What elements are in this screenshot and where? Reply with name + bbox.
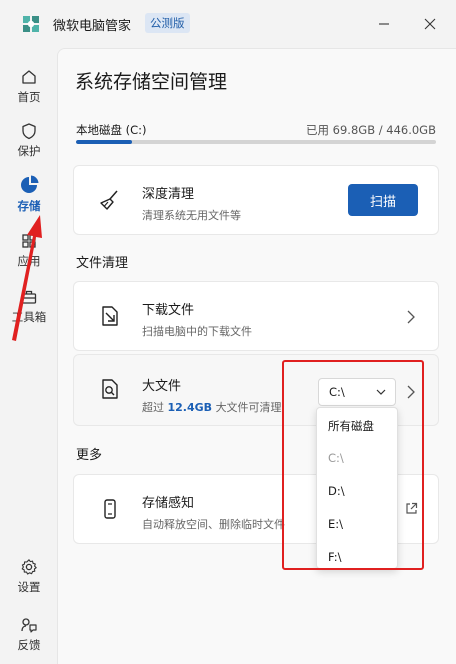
sidebar-item-label: 工具箱 xyxy=(11,309,47,324)
download-file-icon xyxy=(102,306,118,326)
disk-usage: 已用 69.8GB / 446.0GB xyxy=(306,123,436,137)
sidebar-item-storage[interactable]: 存储 xyxy=(2,168,56,220)
large-files-subtitle-suffix: 大文件可清理 xyxy=(215,401,282,414)
storage-sense-subtitle: 自动释放空间、删除临时文件 xyxy=(142,518,285,531)
sidebar-item-label: 保护 xyxy=(17,143,41,158)
sidebar-item-label: 设置 xyxy=(17,579,41,594)
sidebar-item-settings[interactable]: 设置 xyxy=(2,550,56,602)
shield-icon xyxy=(22,122,36,139)
page-title: 系统存储空间管理 xyxy=(75,71,228,93)
scan-button[interactable]: 扫描 xyxy=(348,184,418,216)
phone-icon xyxy=(104,499,116,519)
beta-badge: 公测版 xyxy=(145,13,190,33)
downloads-title: 下载文件 xyxy=(142,303,195,318)
sidebar-item-protect[interactable]: 保护 xyxy=(2,114,56,166)
sidebar-item-toolbox[interactable]: 工具箱 xyxy=(2,280,56,332)
disk-label: 本地磁盘 (C:) xyxy=(76,123,147,137)
sidebar-item-label: 反馈 xyxy=(17,637,41,652)
downloads-subtitle: 扫描电脑中的下载文件 xyxy=(142,325,252,338)
close-button[interactable] xyxy=(418,12,442,36)
minimize-button[interactable] xyxy=(372,12,396,36)
file-cleanup-heading: 文件清理 xyxy=(76,256,129,271)
downloads-card[interactable]: 下载文件 扫描电脑中的下载文件 xyxy=(73,281,439,351)
app-title: 微软电脑管家 xyxy=(53,19,132,34)
close-icon xyxy=(424,18,436,30)
deep-clean-subtitle: 清理系统无用文件等 xyxy=(142,209,241,222)
sidebar-item-home[interactable]: 首页 xyxy=(2,60,56,112)
annotation-highlight-box xyxy=(282,360,424,570)
feedback-icon xyxy=(21,617,37,633)
broom-icon xyxy=(100,190,118,210)
sidebar-item-label: 应用 xyxy=(17,253,41,268)
more-heading: 更多 xyxy=(76,448,103,463)
sidebar-item-feedback[interactable]: 反馈 xyxy=(2,608,56,660)
search-file-icon xyxy=(102,379,118,399)
apps-icon xyxy=(22,233,36,248)
deep-clean-card: 深度清理 清理系统无用文件等 扫描 xyxy=(73,165,439,235)
large-files-subtitle: 超过 12.4GB 大文件可清理 xyxy=(142,399,282,415)
disk-usage-bar xyxy=(76,140,436,144)
storage-sense-title: 存储感知 xyxy=(142,496,195,511)
chevron-right-icon xyxy=(407,310,415,324)
title-bar: 微软电脑管家 公测版 xyxy=(0,0,456,48)
sidebar-item-apps[interactable]: 应用 xyxy=(2,224,56,276)
sidebar-item-label: 存储 xyxy=(17,198,41,213)
home-icon xyxy=(22,69,36,84)
app-logo-icon xyxy=(23,16,39,32)
deep-clean-title: 深度清理 xyxy=(142,187,195,202)
minimize-icon xyxy=(379,23,389,25)
sidebar-item-label: 首页 xyxy=(17,89,41,104)
gear-icon xyxy=(21,558,37,575)
large-files-size: 12.4GB xyxy=(167,401,213,414)
pie-chart-icon xyxy=(21,175,39,193)
toolbox-icon xyxy=(21,290,37,304)
large-files-subtitle-prefix: 超过 xyxy=(142,401,164,414)
sidebar: 首页 保护 存储 应用 工具箱 设置 反馈 xyxy=(0,48,58,664)
large-files-title: 大文件 xyxy=(142,379,182,394)
disk-usage-fill xyxy=(76,140,133,144)
